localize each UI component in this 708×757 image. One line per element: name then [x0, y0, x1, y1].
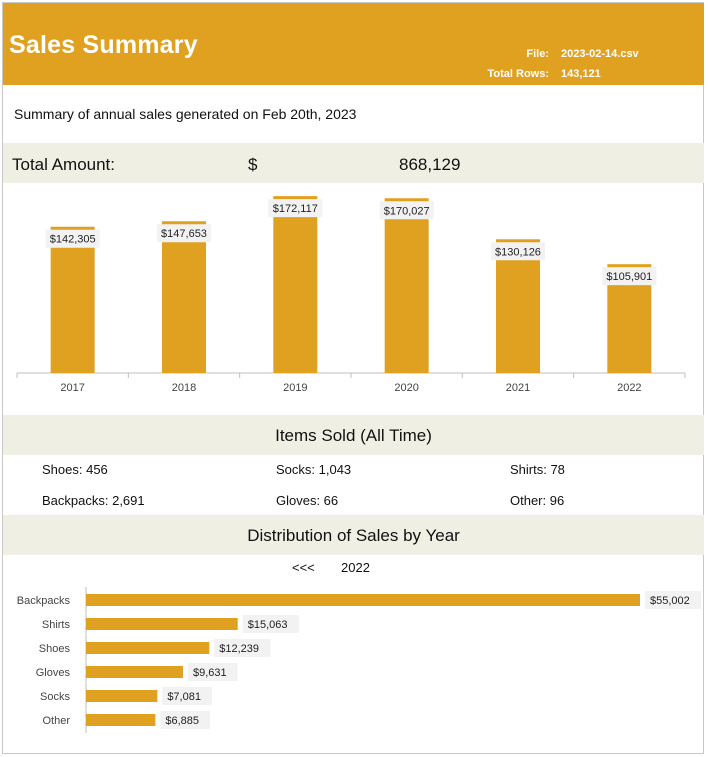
data-label: $130,126: [495, 246, 541, 258]
item-gloves: Gloves: 66: [276, 493, 339, 508]
x-tick-label: 2022: [617, 382, 641, 394]
data-label: $170,027: [384, 205, 430, 217]
bar-2019: [273, 196, 318, 373]
bar-shoes: [86, 642, 210, 654]
total-amount-label: Total Amount:: [12, 155, 116, 174]
item-other: Other: 96: [510, 493, 565, 508]
page-title: Sales Summary: [9, 31, 198, 59]
item-shirts: Shirts: 78: [510, 462, 565, 477]
distribution-title: Distribution of Sales by Year: [247, 526, 460, 545]
items-sold-band: Items Sold (All Time): [3, 415, 704, 455]
x-tick-label: 2021: [506, 382, 530, 394]
distribution-chart: Backpacks $55,002 Shirts $15,063 Shoes $12,23…: [17, 587, 702, 733]
item-socks: Socks: 1,043: [276, 462, 352, 477]
bar-2020: [384, 198, 429, 373]
annual-sales-chart: $142,305 2017 $147,653 2018 $172,117 2019 $170…: [16, 196, 686, 394]
category-label: Other: [42, 715, 70, 727]
data-label: $15,063: [248, 619, 288, 631]
category-label: Shoes: [39, 643, 71, 655]
bar-socks: [86, 690, 158, 702]
item-backpacks: Backpacks: 2,691: [42, 493, 145, 508]
bar-backpacks: [86, 594, 640, 606]
category-label: Gloves: [36, 667, 71, 679]
total-rows-label: Total Rows:: [487, 68, 549, 80]
data-label: $105,901: [606, 271, 652, 283]
items-sold-title: Items Sold (All Time): [275, 426, 432, 445]
distribution-band: Distribution of Sales by Year: [3, 515, 704, 555]
data-label: $12,239: [219, 643, 259, 655]
category-label: Shirts: [42, 619, 71, 631]
item-shoes: Shoes: 456: [42, 462, 108, 477]
bar-other: [86, 714, 156, 726]
x-tick-label: 2017: [60, 382, 84, 394]
file-value: 2023-02-14.csv: [561, 48, 639, 60]
data-label: $172,117: [273, 203, 318, 215]
selected-year: 2022: [341, 560, 370, 575]
data-label: $7,081: [167, 691, 201, 703]
x-tick-label: 2019: [283, 382, 307, 394]
header-banner: Sales Summary File: 2023-02-14.csv Total…: [3, 3, 704, 85]
bar-2018: [162, 221, 206, 373]
total-amount-band: Total Amount: $ 868,129: [3, 143, 704, 183]
file-label: File:: [526, 48, 549, 60]
total-amount-value: 868,129: [399, 155, 461, 174]
previous-year-button[interactable]: <<<: [292, 560, 315, 575]
data-label: $147,653: [161, 228, 207, 240]
x-tick-label: 2020: [394, 382, 418, 394]
data-label: $9,631: [193, 667, 227, 679]
x-tick-label: 2018: [172, 382, 196, 394]
category-label: Backpacks: [17, 595, 71, 607]
data-label: $55,002: [650, 595, 690, 607]
data-label: $6,885: [165, 715, 199, 727]
category-label: Socks: [40, 691, 70, 703]
bar-gloves: [86, 666, 184, 678]
bar-2017: [50, 226, 95, 373]
bar-shirts: [86, 618, 238, 630]
total-amount-currency: $: [248, 155, 258, 174]
total-rows-value: 143,121: [561, 68, 601, 80]
report-subtitle: Summary of annual sales generated on Feb…: [14, 106, 357, 122]
data-label: $142,305: [50, 234, 96, 246]
